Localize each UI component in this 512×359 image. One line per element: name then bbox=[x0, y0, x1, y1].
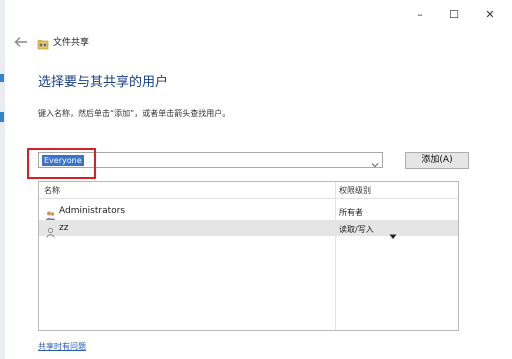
column-header-permission[interactable]: 权限级别 bbox=[339, 185, 371, 196]
table-row-selected[interactable]: zz 读取/写入 bbox=[39, 220, 458, 239]
row-permission: 所有者 bbox=[339, 208, 363, 217]
background-window-marker bbox=[0, 112, 4, 122]
user-picker-combo[interactable]: Everyone bbox=[38, 152, 383, 168]
minimize-icon: – bbox=[417, 7, 423, 21]
background-window-marker bbox=[0, 74, 4, 82]
user-icon bbox=[45, 223, 56, 238]
close-icon: ✕ bbox=[485, 7, 495, 21]
chevron-down-icon[interactable] bbox=[370, 155, 380, 168]
maximize-button[interactable]: ☐ bbox=[436, 0, 472, 28]
back-arrow-icon[interactable] bbox=[13, 34, 29, 48]
close-button[interactable]: ✕ bbox=[472, 0, 508, 28]
instruction-text: 键入名称，然后单击“添加”，或者单击箭头查找用户。 bbox=[38, 109, 231, 118]
maximize-icon: ☐ bbox=[449, 7, 459, 21]
row-permission-dropdown[interactable]: 读取/写入 bbox=[339, 224, 374, 235]
minimize-button[interactable]: – bbox=[402, 0, 438, 28]
row-user-name: Administrators bbox=[59, 206, 126, 216]
background-window-edge bbox=[0, 0, 5, 359]
file-sharing-window: – ☐ ✕ 文件共享 选择要与其共享的用户 键入名称，然后单击“添加”，或者单击… bbox=[0, 0, 512, 359]
column-header-name[interactable]: 名称 bbox=[44, 185, 60, 196]
share-folder-icon bbox=[37, 35, 49, 50]
row-user-name: zz bbox=[59, 223, 69, 233]
dropdown-arrow-icon[interactable] bbox=[389, 225, 397, 239]
sharing-help-link[interactable]: 共享时有问题 bbox=[38, 341, 86, 352]
add-button[interactable]: 添加(A) bbox=[405, 152, 469, 169]
window-title: 文件共享 bbox=[53, 38, 90, 48]
sharing-users-list[interactable]: 名称 权限级别 Administrators 所有者 zz 读取/写入 bbox=[38, 181, 459, 331]
user-picker-value[interactable]: Everyone bbox=[42, 155, 84, 166]
page-heading: 选择要与其共享的用户 bbox=[38, 75, 169, 90]
list-header: 名称 权限级别 bbox=[39, 182, 458, 199]
table-row[interactable]: Administrators 所有者 bbox=[39, 203, 458, 220]
group-icon bbox=[45, 206, 56, 220]
